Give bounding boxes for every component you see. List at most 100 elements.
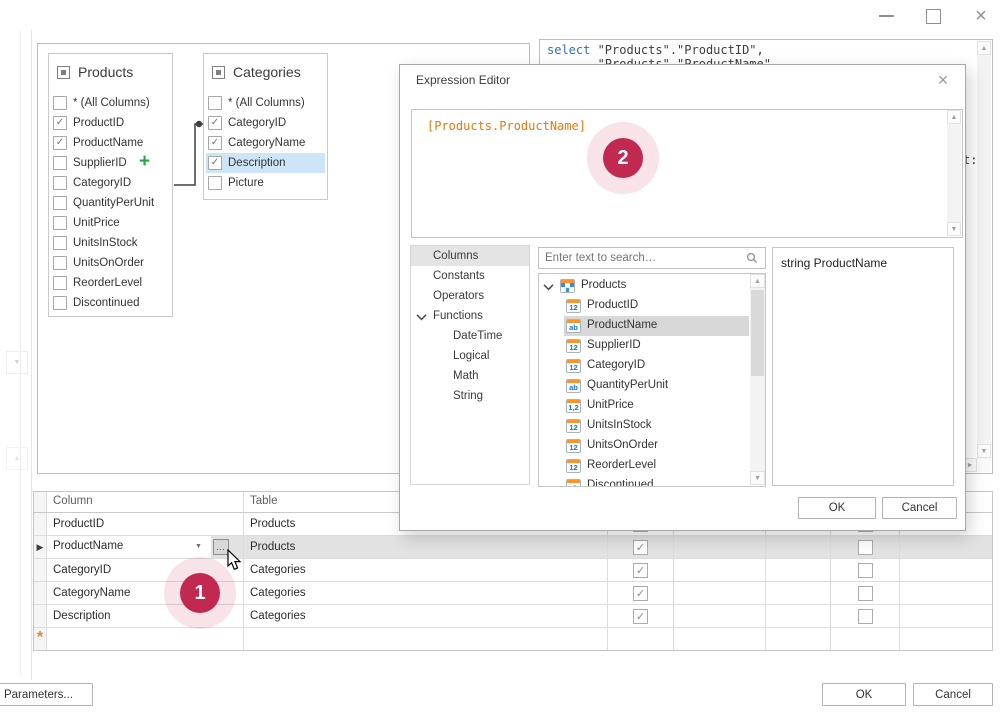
add-column-icon[interactable]: + [139,152,150,171]
table-checkbox-icon[interactable] [212,66,225,79]
field-checkbox[interactable] [53,96,67,110]
cancel-button[interactable]: Cancel [913,683,993,706]
cell-editor[interactable]: ProductName▼ [47,536,211,558]
field-checkbox[interactable] [53,216,67,230]
table-card-field[interactable]: Picture [206,173,325,193]
table-card-field[interactable]: ✓CategoryID [206,113,325,133]
tree-item-supplierid[interactable]: 12SupplierID [539,336,749,356]
table-card-field[interactable]: UnitPrice [51,213,170,233]
table-card-field[interactable]: SupplierID [51,153,170,173]
table-card-field[interactable]: ✓ProductName [51,133,170,153]
sql-vertical-scrollbar[interactable]: ▲ ▼ [977,41,991,458]
category-label: Logical [453,350,489,362]
tree-item-productname[interactable]: abProductName [539,316,749,336]
tree-item-products-root[interactable]: Products [539,276,749,296]
category-item-string[interactable]: String [411,386,529,406]
table-name: Products [78,64,133,80]
category-item-logical[interactable]: Logical [411,346,529,366]
field-checkbox[interactable] [53,236,67,250]
grid-checkbox[interactable] [858,609,873,624]
dialog-ok-button[interactable]: OK [798,497,876,519]
table-card-field[interactable]: QuantityPerUnit [51,193,170,213]
parameters-button[interactable]: Parameters... [0,683,93,706]
chevron-down-icon[interactable] [416,312,427,324]
grid-checkbox[interactable]: ✓ [633,540,648,555]
chevron-down-icon[interactable] [543,282,554,294]
scroll-up-icon[interactable]: ▲ [750,274,765,288]
field-checkbox[interactable] [53,256,67,270]
tree-item-quantityperunit[interactable]: abQuantityPerUnit [539,376,749,396]
grid-cell: ✓ [608,605,674,628]
grid-checkbox[interactable]: ✓ [633,586,648,601]
expression-memo[interactable]: [Products.ProductName] ▲ ▼ [411,109,963,238]
table-card-field[interactable]: ✓ProductID [51,113,170,133]
field-checkbox[interactable]: ✓ [208,156,222,170]
field-checkbox[interactable]: ✓ [208,136,222,150]
field-checkbox[interactable] [53,156,67,170]
table-card-field[interactable]: ✓CategoryName [206,133,325,153]
grid-checkbox[interactable]: ✓ [633,563,648,578]
field-checkbox[interactable] [53,176,67,190]
dialog-cancel-button[interactable]: Cancel [882,497,957,519]
field-checkbox[interactable]: ✓ [208,116,222,130]
tree-item-unitsonorder[interactable]: 12UnitsOnOrder [539,436,749,456]
tree-item-categoryid[interactable]: 12CategoryID [539,356,749,376]
field-checkbox[interactable] [208,176,222,190]
scroll-up-icon[interactable]: ▲ [977,41,991,55]
scroll-down-icon[interactable]: ▼ [947,222,961,236]
int-field-icon: 12 [566,299,581,313]
field-checkbox[interactable] [53,296,67,310]
category-label: Constants [433,270,485,282]
table-card-field[interactable]: * (All Columns) [51,93,170,113]
scroll-up-icon[interactable]: ▲ [947,110,961,124]
grid-row[interactable]: ▶ProductName▼…Products✓ [34,536,992,559]
table-card-field[interactable]: UnitsOnOrder [51,253,170,273]
dialog-close-button[interactable]: × [930,69,956,91]
search-input[interactable] [543,249,742,267]
tree-item-unitprice[interactable]: 1,2UnitPrice [539,396,749,416]
grid-cell: ✓ [608,536,674,559]
scrollbar-thumb[interactable] [751,290,764,376]
scroll-down-icon[interactable]: ▼ [977,444,991,458]
maximize-button[interactable] [920,4,946,28]
grid-cell [34,492,47,513]
grid-checkbox[interactable] [858,540,873,555]
memo-scrollbar[interactable]: ▲ ▼ [947,110,961,236]
grid-cell [900,628,993,651]
tree-item-reorderlevel[interactable]: 12ReorderLevel [539,456,749,476]
grid-checkbox[interactable] [858,586,873,601]
close-button[interactable]: × [968,4,994,28]
tree-scrollbar[interactable]: ▲ ▼ [750,274,765,485]
tree-item-productid[interactable]: 12ProductID [539,296,749,316]
table-card-field[interactable]: * (All Columns) [206,93,325,113]
scroll-down-icon[interactable]: ▼ [750,471,765,485]
table-card-field[interactable]: ✓Description [206,153,325,173]
grid-header-cell[interactable]: Column [47,492,244,513]
tree-item-discontinued[interactable]: ✓Discontinued [539,476,749,487]
category-item-datetime[interactable]: DateTime [411,326,529,346]
table-checkbox-icon[interactable] [57,66,70,79]
tree-item-unitsinstock[interactable]: 12UnitsInStock [539,416,749,436]
field-checkbox[interactable] [53,196,67,210]
category-item-math[interactable]: Math [411,366,529,386]
table-card-categories[interactable]: Categories * (All Columns)✓CategoryID✓Ca… [203,53,328,200]
category-item-columns[interactable]: Columns [411,246,529,266]
grid-checkbox[interactable]: ✓ [633,609,648,624]
ok-button[interactable]: OK [822,683,906,706]
field-checkbox[interactable] [53,276,67,290]
category-item-constants[interactable]: Constants [411,266,529,286]
grid-checkbox[interactable] [858,563,873,578]
field-checkbox[interactable]: ✓ [53,116,67,130]
field-checkbox[interactable] [208,96,222,110]
minimize-button[interactable] [873,4,899,28]
field-checkbox[interactable]: ✓ [53,136,67,150]
table-card-field[interactable]: UnitsInStock [51,233,170,253]
table-card-products[interactable]: Products * (All Columns)✓ProductID✓Produ… [48,53,173,317]
category-item-operators[interactable]: Operators [411,286,529,306]
category-item-functions[interactable]: Functions [411,306,529,326]
search-icon[interactable] [746,252,758,264]
table-card-field[interactable]: Discontinued [51,293,170,313]
dropdown-arrow-icon[interactable]: ▼ [195,543,202,550]
table-card-field[interactable]: ReorderLevel [51,273,170,293]
table-card-field[interactable]: CategoryID [51,173,170,193]
